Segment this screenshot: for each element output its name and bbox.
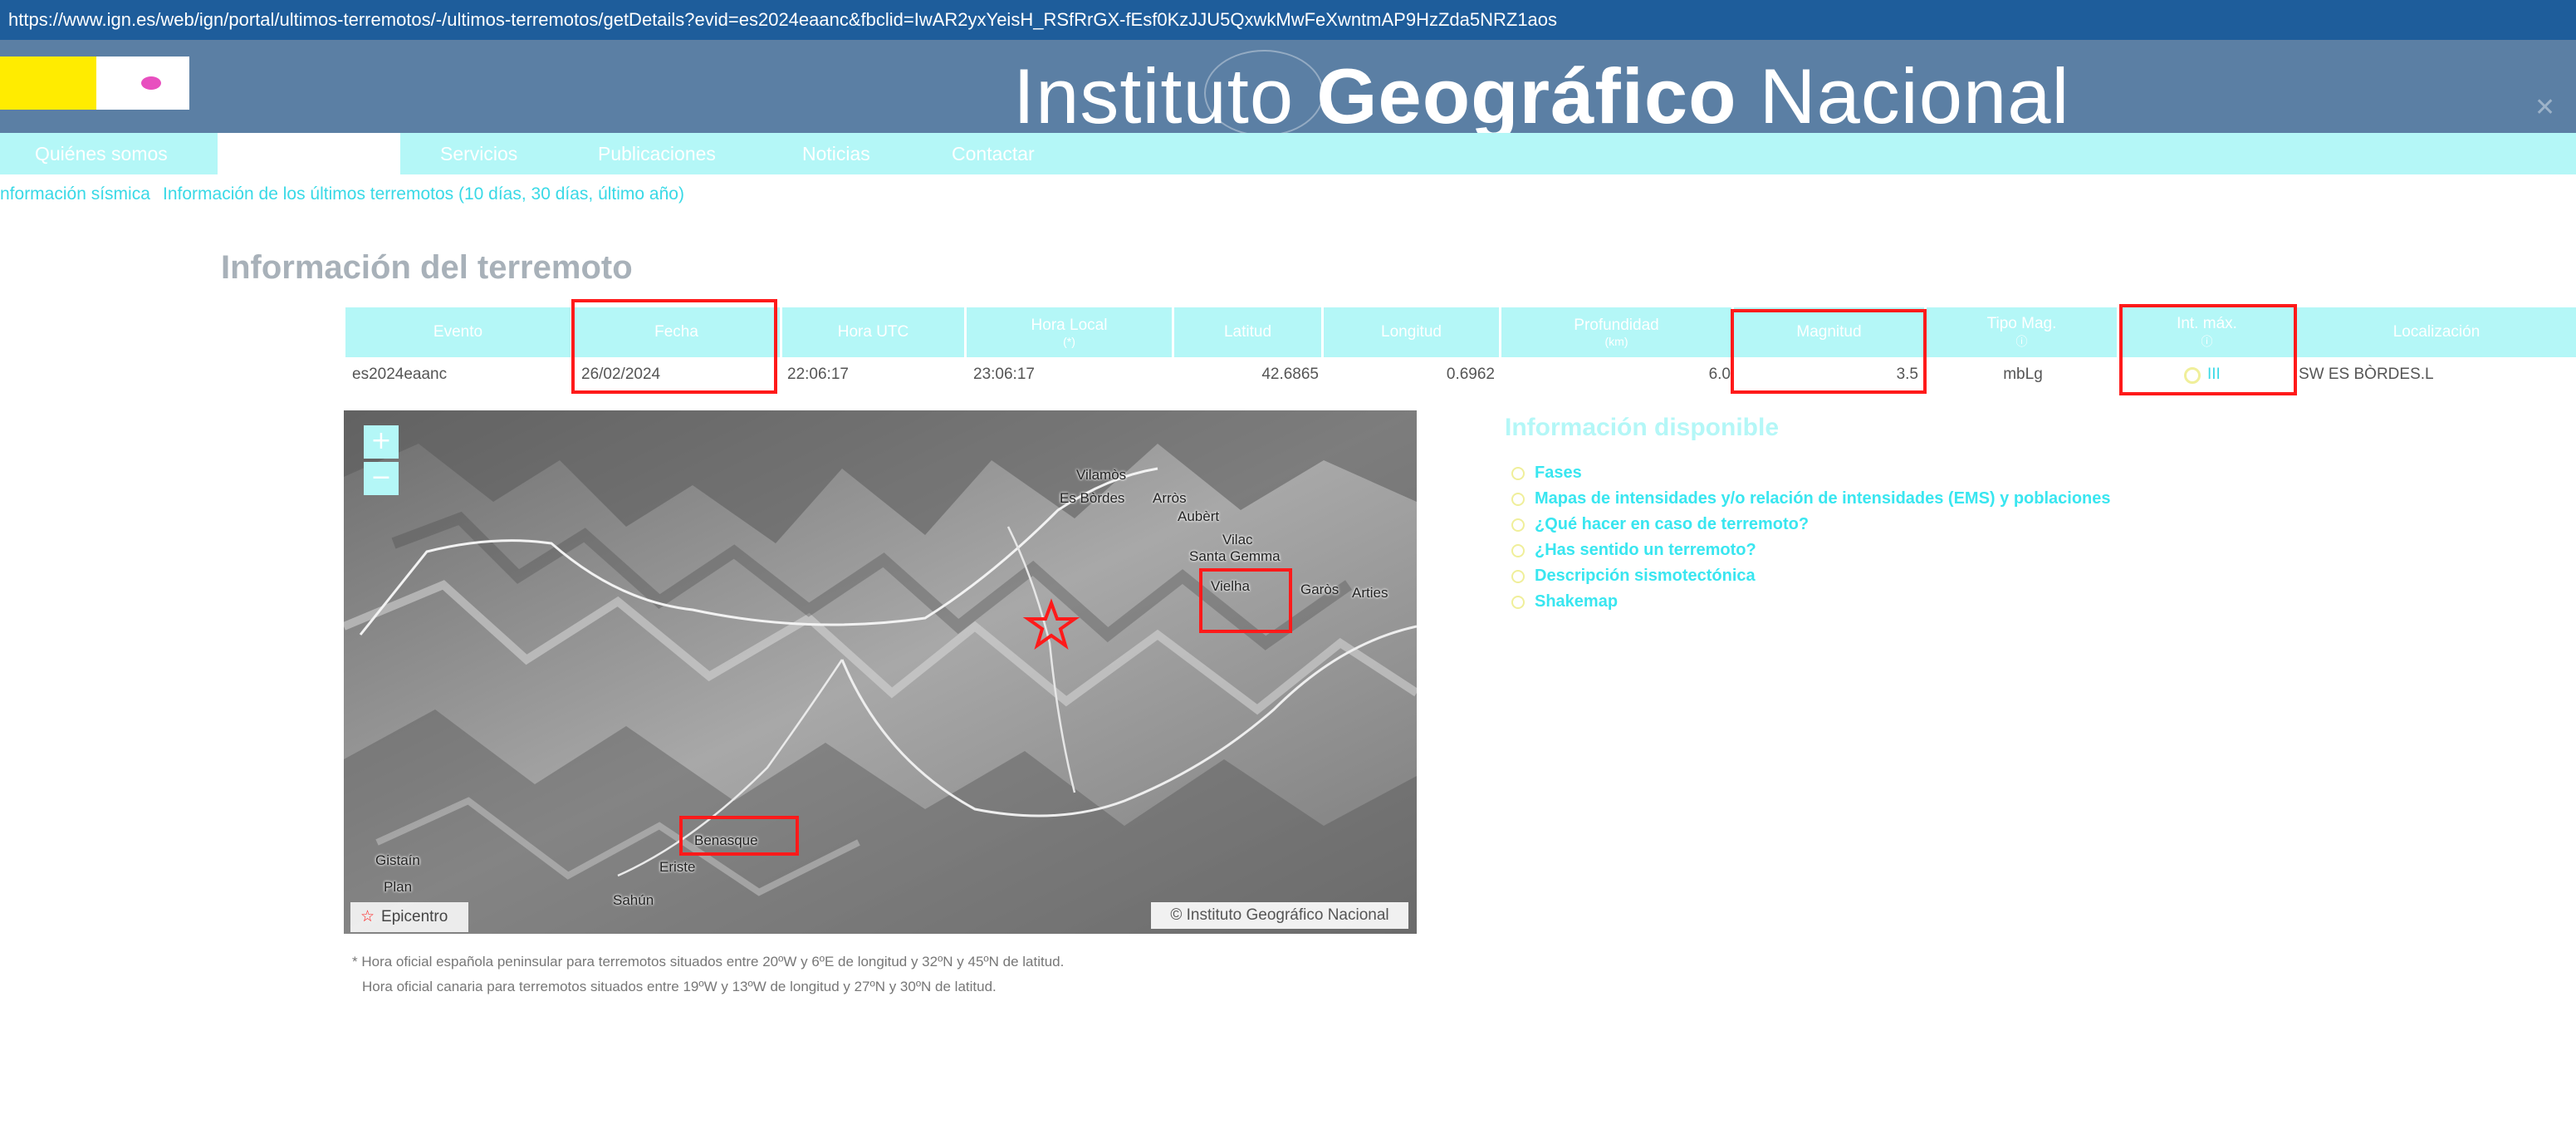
site-title-post: Nacional — [1736, 52, 2070, 140]
map-legend: ☆ Epicentro — [350, 902, 468, 932]
page-title: Información del terremoto — [221, 249, 633, 286]
site-title-pre: Instituto — [1013, 52, 1317, 140]
nav-item-contactar[interactable]: Contactar — [952, 133, 1035, 174]
highlight-box-vielha — [1199, 568, 1292, 633]
epicenter-map[interactable] — [344, 410, 1417, 934]
map-label-arros: Arròs — [1153, 490, 1187, 506]
zoom-out-button[interactable]: − — [364, 462, 399, 495]
map-legend-label: Epicentro — [381, 908, 448, 925]
bullet-icon — [1511, 492, 1525, 506]
cell-longitud: 0.6962 — [1446, 366, 1495, 383]
zoom-in-button[interactable]: + — [364, 425, 399, 459]
bullet-icon — [1511, 595, 1525, 609]
nav-item-quienes-somos[interactable]: Quiénes somos — [35, 133, 168, 174]
site-title-bold: Geográfico — [1316, 52, 1737, 140]
breadcrumb-item-latest-earthquakes[interactable]: Información de los últimos terremotos (1… — [163, 184, 684, 204]
highlight-box-fecha — [571, 299, 777, 394]
logo-flag-panel — [0, 56, 96, 110]
cell-localizacion: SW ES BÒRDES.L — [2299, 366, 2434, 383]
map-label-eriste: Eriste — [659, 859, 696, 875]
nav-item-actividades[interactable]: Actividades — [256, 133, 354, 174]
map-label-plan: Plan — [384, 879, 413, 895]
bullet-icon — [1511, 518, 1525, 532]
highlight-box-benasque — [679, 816, 799, 856]
breadcrumb-item-seismic-info[interactable]: nformación sísmica — [0, 184, 150, 204]
site-title[interactable]: Instituto Geográfico Nacional — [1013, 52, 2069, 141]
map-label-vilamos: Vilamòs — [1076, 467, 1127, 483]
map-label-es-bordes: Es Bòrdes — [1060, 490, 1125, 506]
cell-profundidad: 6.0 — [1708, 366, 1731, 383]
col-header-tipo-mag[interactable]: Tipo Mag. ⓘ — [1927, 307, 2119, 357]
map-copyright[interactable]: © Instituto Geográfico Nacional — [1151, 902, 1408, 929]
footnote-canaria: Hora oficial canaria para terremotos sit… — [362, 979, 997, 994]
highlight-box-magnitud — [1731, 309, 1927, 394]
info-link-descripcion-sismotectonica[interactable]: Descripción sismotectónica — [1511, 567, 1756, 586]
map-label-santa-gemma: Santa Gemma — [1189, 548, 1281, 564]
info-link-que-hacer[interactable]: ¿Qué hacer en caso de terremoto? — [1511, 515, 1809, 534]
epicenter-legend-star-icon: ☆ — [360, 908, 375, 925]
col-header-localizacion: Localización — [2297, 307, 2576, 357]
nav-item-servicios[interactable]: Servicios — [440, 133, 517, 174]
col-header-evento: Evento — [345, 307, 573, 357]
logo-emblem — [141, 76, 161, 90]
map-label-aubert: Aubèrt — [1178, 508, 1220, 524]
map-label-garos: Garòs — [1300, 582, 1339, 597]
address-bar[interactable]: https://www.ign.es/web/ign/portal/ultimo… — [0, 0, 2576, 40]
info-link-shakemap[interactable]: Shakemap — [1511, 592, 1618, 611]
cell-tipo-mag: mbLg — [2003, 366, 2043, 383]
map-label-arties: Arties — [1352, 585, 1388, 601]
bullet-icon — [1511, 466, 1525, 480]
relief-map — [344, 410, 1417, 934]
cell-hora-local: 23:06:17 — [973, 366, 1035, 383]
col-header-hora-utc: Hora UTC — [782, 307, 967, 357]
col-header-profundidad: Profundidad (km) — [1501, 307, 1734, 357]
share-icon[interactable]: ✕ — [2534, 93, 2564, 123]
info-icon[interactable]: ⓘ — [2016, 333, 2028, 350]
highlight-box-int-max — [2119, 304, 2297, 395]
info-link-mapas-intensidades[interactable]: Mapas de intensidades y/o relación de in… — [1511, 489, 2111, 508]
map-label-gistain: Gistaín — [375, 852, 420, 868]
map-label-sahun: Sahún — [613, 892, 654, 908]
bullet-icon — [1511, 569, 1525, 583]
cell-evento: es2024eaanc — [352, 366, 448, 383]
col-header-hora-local: Hora Local (*) — [967, 307, 1174, 357]
info-panel-title: Información disponible — [1505, 414, 1780, 441]
bullet-icon — [1511, 543, 1525, 557]
col-header-latitud: Latitud — [1174, 307, 1324, 357]
info-link-has-sentido[interactable]: ¿Has sentido un terremoto? — [1511, 541, 1756, 560]
cell-hora-utc: 22:06:17 — [787, 366, 849, 383]
map-label-vilac: Vilac — [1222, 532, 1253, 547]
footnote-peninsular: * Hora oficial española peninsular para … — [352, 954, 1065, 970]
info-link-fases[interactable]: Fases — [1511, 464, 1582, 483]
nav-item-noticias[interactable]: Noticias — [802, 133, 870, 174]
nav-item-publicaciones[interactable]: Publicaciones — [598, 133, 716, 174]
col-header-longitud: Longitud — [1324, 307, 1501, 357]
cell-latitud: 42.6865 — [1261, 366, 1319, 383]
